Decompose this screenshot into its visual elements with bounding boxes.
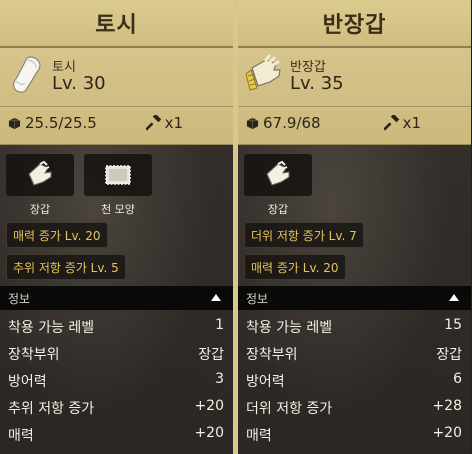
tag-box <box>84 154 152 196</box>
stat-name: 장착부위 <box>246 347 298 363</box>
durability-value: 67.9/68 <box>263 114 321 132</box>
bonus-charm: 매력 증가 Lv. 20 <box>6 222 108 248</box>
sleeve-icon <box>6 54 46 94</box>
item-info-card: 토시 Lv. 30 25.5/25.5 x1 <box>0 48 233 145</box>
repair-count-value: x1 <box>164 114 183 132</box>
hammer-icon <box>383 115 399 131</box>
info-section-label: 정보 <box>246 292 269 306</box>
bonus-cold-resist: 추위 저항 증가 Lv. 5 <box>6 254 126 280</box>
repair-count: x1 <box>383 114 421 132</box>
item-tags: 장갑 천 모양 <box>0 154 233 216</box>
tag-glove[interactable]: 장갑 <box>6 154 76 216</box>
info-section-label: 정보 <box>8 292 31 306</box>
stat-value: 15 <box>444 317 462 333</box>
panel-title: 토시 <box>95 13 138 38</box>
stat-value: 장갑 <box>436 347 462 363</box>
stat-row: 더위 저항 증가 +28 <box>238 394 471 419</box>
stat-name: 장착부위 <box>8 347 60 363</box>
durability-icon <box>8 117 21 129</box>
stat-name: 매력 <box>246 428 272 444</box>
info-section-header[interactable]: 정보 <box>238 286 471 310</box>
collapse-icon[interactable] <box>449 294 459 301</box>
half-glove-icon <box>244 54 284 94</box>
stat-value: 1 <box>215 317 224 333</box>
durability-value: 25.5/25.5 <box>25 114 97 132</box>
repair-count-value: x1 <box>402 114 421 132</box>
bonus-charm: 매력 증가 Lv. 20 <box>244 254 346 280</box>
stat-row: 방어력 3 <box>0 367 233 392</box>
durability-icon <box>246 117 259 129</box>
info-section-header[interactable]: 정보 <box>0 286 233 310</box>
stat-value: +28 <box>432 398 462 414</box>
glove-icon <box>266 160 290 186</box>
stat-name: 방어력 <box>246 374 285 390</box>
stat-name: 착용 가능 레벨 <box>8 320 95 336</box>
stat-name: 매력 <box>8 428 34 444</box>
stat-row: 추위 저항 증가 +20 <box>0 394 233 419</box>
card-divider <box>0 106 233 107</box>
stat-row: 착용 가능 레벨 15 <box>238 313 471 338</box>
tag-label: 천 모양 <box>101 203 135 216</box>
tag-label: 장갑 <box>267 203 289 216</box>
tag-box <box>6 154 74 196</box>
tag-box <box>244 154 312 196</box>
hammer-icon <box>145 115 161 131</box>
panel-title-bar: 토시 <box>0 0 233 48</box>
tag-cloth[interactable]: 천 모양 <box>84 154 154 216</box>
stat-value: 6 <box>453 371 462 387</box>
stat-value: +20 <box>194 425 224 441</box>
durability: 67.9/68 <box>246 114 321 132</box>
item-level: Lv. 30 <box>52 73 106 94</box>
stat-row: 매력 +20 <box>238 421 471 446</box>
item-panel-right: 반장갑 반장갑 Lv. 35 67.9/68 x1 장갑 더위 저항 증가 Lv… <box>238 0 471 454</box>
stat-name: 착용 가능 레벨 <box>246 320 333 336</box>
stat-row: 장착부위 장갑 <box>238 340 471 365</box>
stat-value: 3 <box>215 371 224 387</box>
item-compare-screen: 토시 토시 Lv. 30 25.5/25.5 x1 장갑 천 모양 매력 증가 … <box>0 0 472 454</box>
stat-value: +20 <box>432 425 462 441</box>
tag-glove[interactable]: 장갑 <box>244 154 314 216</box>
stat-row: 장착부위 장갑 <box>0 340 233 365</box>
item-tags: 장갑 <box>238 154 471 216</box>
collapse-icon[interactable] <box>211 294 221 301</box>
item-panel-left: 토시 토시 Lv. 30 25.5/25.5 x1 장갑 천 모양 매력 증가 … <box>0 0 233 454</box>
repair-count: x1 <box>145 114 183 132</box>
tag-label: 장갑 <box>29 203 51 216</box>
panel-title-bar: 반장갑 <box>238 0 471 48</box>
panel-title: 반장갑 <box>322 13 387 38</box>
stat-name: 더위 저항 증가 <box>246 401 333 417</box>
stat-value: 장갑 <box>198 347 224 363</box>
glove-icon <box>28 160 52 186</box>
item-level: Lv. 35 <box>290 73 344 94</box>
card-divider <box>238 106 471 107</box>
cloth-icon <box>105 165 131 185</box>
stat-row: 매력 +20 <box>0 421 233 446</box>
stat-row: 방어력 6 <box>238 367 471 392</box>
stat-name: 방어력 <box>8 374 47 390</box>
durability: 25.5/25.5 <box>8 114 97 132</box>
bonus-heat-resist: 더위 저항 증가 Lv. 7 <box>244 222 364 248</box>
stat-value: +20 <box>194 398 224 414</box>
stat-name: 추위 저항 증가 <box>8 401 95 417</box>
item-info-card: 반장갑 Lv. 35 67.9/68 x1 <box>238 48 471 145</box>
stat-row: 착용 가능 레벨 1 <box>0 313 233 338</box>
